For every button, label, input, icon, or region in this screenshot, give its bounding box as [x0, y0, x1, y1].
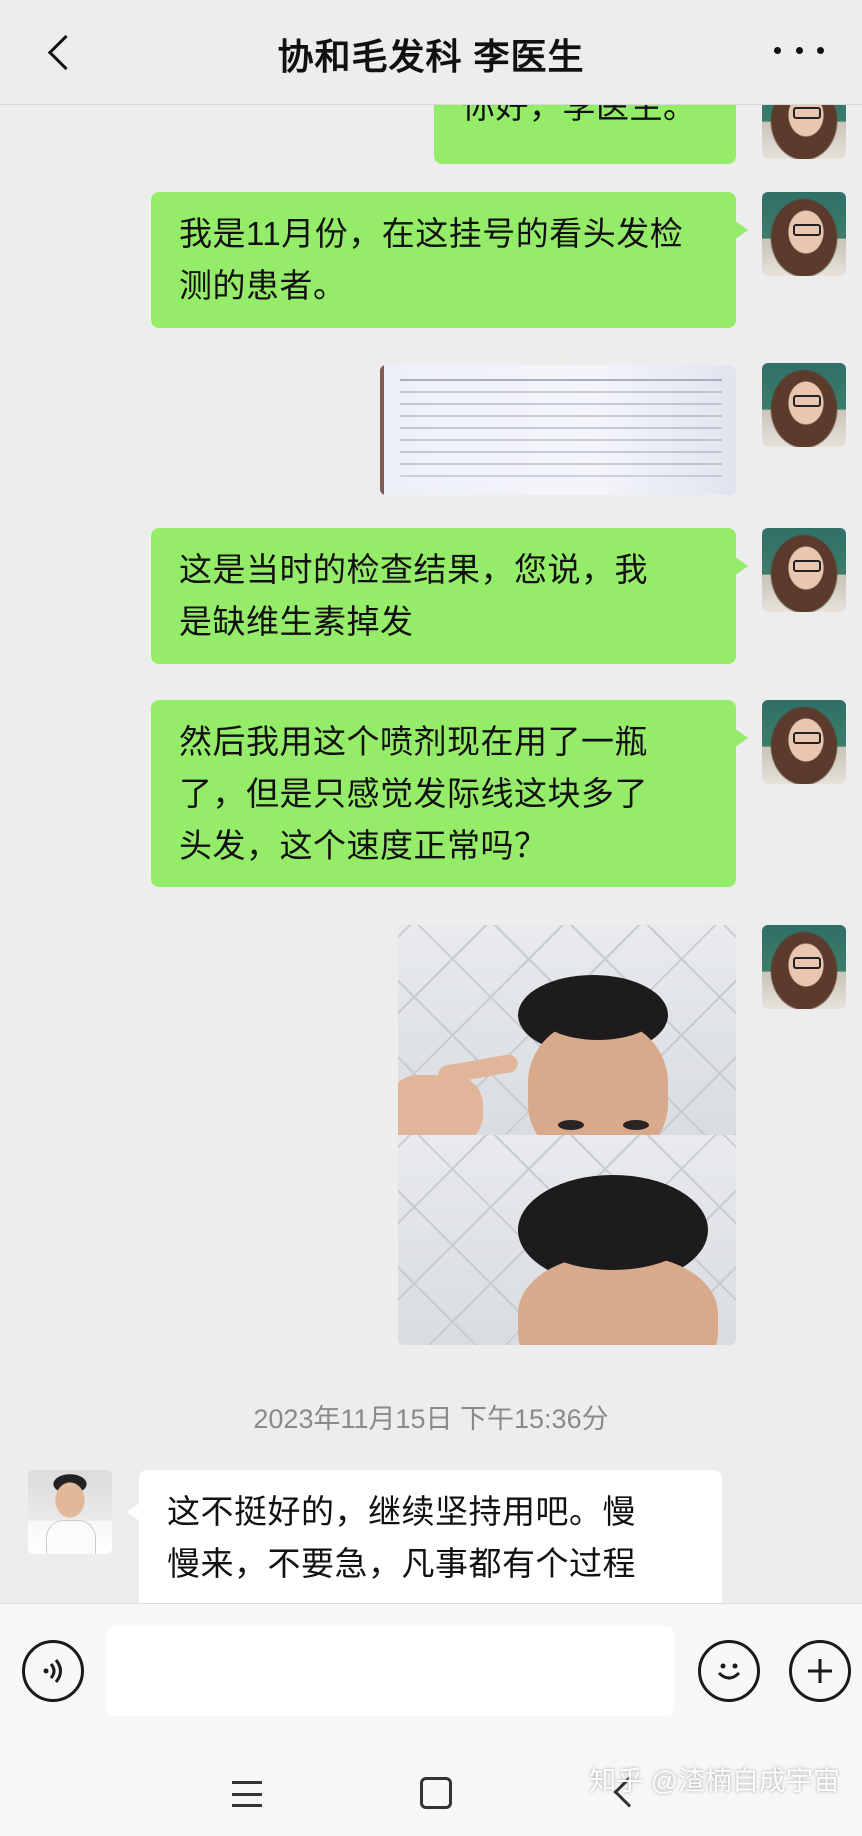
message-line: 是缺维生素掉发 — [179, 603, 414, 640]
message-input[interactable] — [106, 1626, 674, 1716]
message-line: 头发，这个速度正常吗？ — [179, 827, 548, 864]
more-horizontal-icon[interactable] — [774, 38, 824, 62]
doctor-avatar[interactable] — [28, 1470, 112, 1554]
my-avatar[interactable] — [762, 700, 846, 784]
menu-icon[interactable] — [232, 1781, 262, 1807]
watermark: 知乎 @渣楠自成宇宙 — [589, 1766, 840, 1796]
message-line: 慢来，不要急，凡事都有个过程 — [167, 1545, 636, 1582]
my-avatar[interactable] — [762, 192, 846, 276]
home-icon[interactable] — [420, 1777, 452, 1809]
system-nav-bar: 知乎 @渣楠自成宇宙 — [0, 1737, 862, 1836]
my-avatar[interactable] — [762, 925, 846, 1009]
message-text: 你好，李医生。 — [462, 105, 697, 125]
message-line: 这是当时的检查结果，您说，我 — [179, 551, 648, 588]
message-line: 然后我用这个喷剂现在用了一瓶 — [179, 723, 648, 760]
hairline-photo-image[interactable] — [398, 925, 736, 1345]
message-bubble[interactable]: 你好，李医生。 — [434, 105, 736, 164]
voice-icon[interactable] — [22, 1640, 84, 1702]
message-bubble[interactable]: 这不挺好的，继续坚持用吧。慢 慢来，不要急，凡事都有个过程 — [127, 1470, 722, 1603]
emoji-icon[interactable] — [698, 1640, 760, 1702]
my-avatar[interactable] — [762, 528, 846, 612]
chat-header: 协和毛发科 李医生 — [0, 0, 862, 105]
message-list[interactable]: 你好，李医生。 我是11月份，在这挂号的看头发检 测的患者。 这是当时的检查结果… — [0, 105, 862, 1603]
lab-report-image[interactable] — [380, 365, 736, 495]
input-bar — [0, 1603, 862, 1737]
message-timestamp: 2023年11月15日 下午15:36分 — [253, 1404, 609, 1434]
message-bubble[interactable]: 这是当时的检查结果，您说，我 是缺维生素掉发 — [151, 528, 748, 664]
message-line: 了，但是只感觉发际线这块多了 — [179, 775, 648, 812]
message-line: 测的患者。 — [179, 267, 347, 304]
message-line: 我是11月份，在这挂号的看头发检 — [179, 215, 684, 252]
chat-title: 协和毛发科 李医生 — [277, 36, 585, 77]
message-bubble[interactable]: 我是11月份，在这挂号的看头发检 测的患者。 — [151, 192, 748, 328]
message-bubble[interactable]: 然后我用这个喷剂现在用了一瓶 了，但是只感觉发际线这块多了 头发，这个速度正常吗… — [151, 700, 748, 887]
message-line: 这不挺好的，继续坚持用吧。慢 — [167, 1493, 636, 1530]
my-avatar[interactable] — [762, 363, 846, 447]
plus-icon[interactable] — [789, 1640, 851, 1702]
my-avatar[interactable] — [762, 105, 846, 159]
